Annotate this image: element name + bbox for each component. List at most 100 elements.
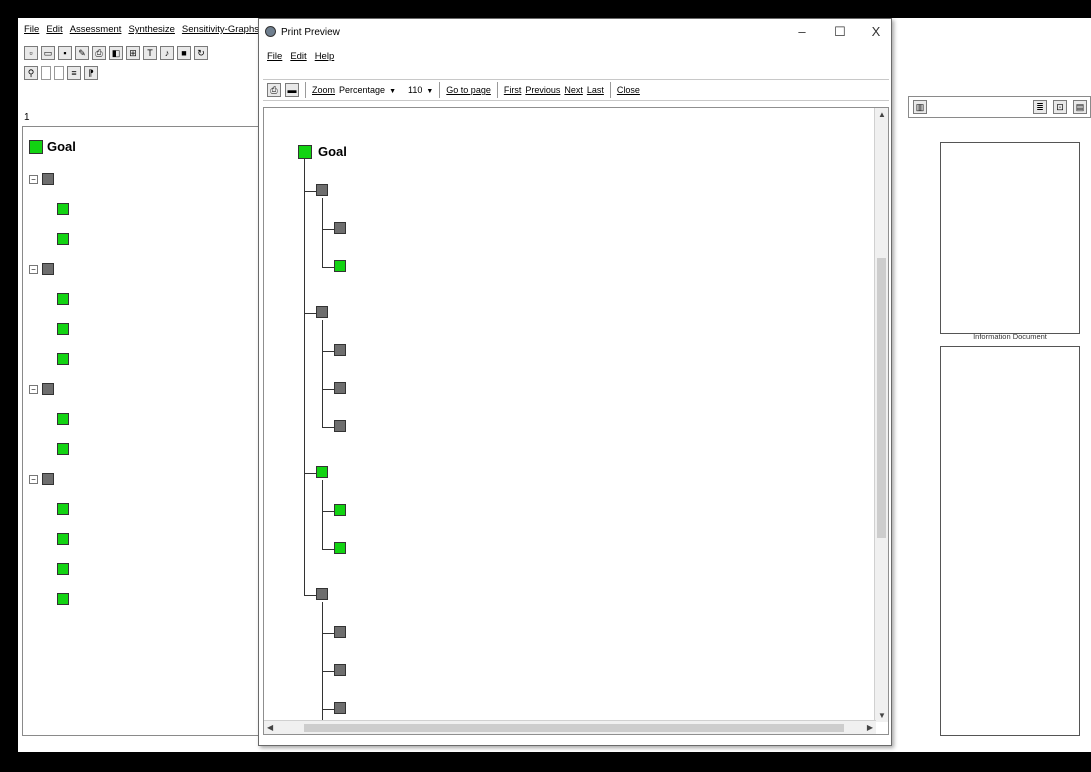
open-icon[interactable]: ▭	[41, 46, 55, 60]
zoom-mode-select[interactable]: Percentage ▼	[339, 85, 396, 95]
scroll-right-icon[interactable]: ▶	[867, 723, 873, 732]
left-subcriterion-node[interactable]	[57, 233, 73, 245]
first-page-button[interactable]: First	[504, 85, 522, 95]
left-criterion-node[interactable]: −	[29, 263, 58, 275]
scroll-left-icon[interactable]: ◀	[267, 723, 273, 732]
node-icon	[42, 383, 54, 395]
dialog-titlebar[interactable]: Print Preview – ☐ X	[259, 19, 891, 45]
dialog-menu-help[interactable]: Help	[315, 51, 335, 62]
left-goal-node[interactable]: Goal	[29, 139, 80, 154]
scroll-up-icon[interactable]: ▲	[878, 110, 886, 119]
sort-icon[interactable]: ♪	[160, 46, 174, 60]
subcriterion-node[interactable]	[334, 542, 352, 554]
print-icon[interactable]: ⎙	[267, 83, 281, 97]
criterion-node[interactable]	[316, 184, 334, 196]
redo-icon[interactable]: ↻	[194, 46, 208, 60]
expand-collapse-icon[interactable]: −	[29, 174, 38, 184]
vertical-scrollbar[interactable]: ▲ ▼	[874, 108, 888, 722]
node-icon	[316, 306, 328, 318]
subcriterion-node[interactable]	[334, 344, 352, 356]
format-icon-2[interactable]: ≣	[1033, 100, 1047, 114]
left-criterion-node[interactable]: −	[29, 173, 58, 185]
panel-toggle-icon[interactable]: ▥	[913, 100, 927, 114]
left-subcriterion-node[interactable]	[57, 563, 73, 575]
left-subcriterion-node[interactable]	[57, 203, 73, 215]
minimize-button[interactable]: –	[787, 22, 817, 42]
subcriterion-node[interactable]	[334, 664, 352, 676]
subcriterion-node[interactable]	[334, 420, 352, 432]
left-tree-pane[interactable]: Goal − − − −	[22, 126, 262, 736]
dialog-menu-file[interactable]: File	[267, 51, 282, 62]
left-criterion-node[interactable]: −	[29, 383, 58, 395]
left-subcriterion-node[interactable]	[57, 413, 73, 425]
subcriterion-node[interactable]	[334, 702, 352, 714]
text-icon[interactable]: T	[143, 46, 157, 60]
expand-collapse-icon[interactable]: −	[29, 264, 38, 274]
criterion-node[interactable]	[316, 588, 334, 600]
subcriterion-node[interactable]	[334, 382, 352, 394]
new-icon[interactable]: ▫	[24, 46, 38, 60]
last-page-button[interactable]: Last	[587, 85, 604, 95]
zoom-value-select[interactable]: 110 ▼	[408, 85, 433, 95]
node-icon	[57, 563, 69, 575]
tree-icon[interactable]: ⊞	[126, 46, 140, 60]
chart-icon[interactable]: ▤	[1073, 100, 1087, 114]
close-window-button[interactable]: X	[861, 22, 891, 42]
menu-edit[interactable]: Edit	[46, 24, 62, 42]
scroll-down-icon[interactable]: ▼	[878, 711, 886, 720]
tree-connector	[304, 595, 316, 596]
subcriterion-node[interactable]	[334, 504, 352, 516]
left-subcriterion-node[interactable]	[57, 533, 73, 545]
goal-node[interactable]: Goal	[298, 144, 353, 159]
information-document-box[interactable]	[940, 346, 1080, 736]
criterion-node[interactable]	[316, 306, 334, 318]
menu-assessment[interactable]: Assessment	[70, 24, 122, 42]
subcriterion-node[interactable]	[334, 222, 352, 234]
edit-icon[interactable]: ✎	[75, 46, 89, 60]
node-icon	[334, 222, 346, 234]
menu-synthesize[interactable]: Synthesize	[128, 24, 174, 42]
maximize-button[interactable]: ☐	[825, 22, 855, 42]
subcriterion-node[interactable]	[334, 260, 352, 272]
align-icon[interactable]: ≡	[67, 66, 81, 80]
left-criterion-node[interactable]: −	[29, 473, 58, 485]
left-subcriterion-node[interactable]	[57, 443, 73, 455]
next-page-button[interactable]: Next	[564, 85, 583, 95]
font-size-field[interactable]	[41, 66, 51, 80]
node-icon	[57, 203, 69, 215]
right-pane: ▥ ≣ ⊡ ▤ Information Document	[908, 96, 1091, 736]
screen-border-bottom	[0, 752, 1091, 772]
table-icon[interactable]: ⊡	[1053, 100, 1067, 114]
expand-collapse-icon[interactable]: −	[29, 474, 38, 484]
dialog-menu-edit[interactable]: Edit	[290, 51, 306, 62]
save-icon[interactable]: ▪	[58, 46, 72, 60]
format-icon[interactable]: ⁋	[84, 66, 98, 80]
left-subcriterion-node[interactable]	[57, 323, 73, 335]
style-field[interactable]	[54, 66, 64, 80]
tree-connector	[322, 389, 334, 390]
vertical-scroll-thumb[interactable]	[877, 258, 886, 538]
left-subcriterion-node[interactable]	[57, 503, 73, 515]
previous-page-button[interactable]: Previous	[525, 85, 560, 95]
horizontal-scrollbar[interactable]: ◀ ▶	[264, 720, 876, 734]
left-subcriterion-node[interactable]	[57, 593, 73, 605]
close-preview-button[interactable]: Close	[617, 85, 640, 95]
subcriterion-node[interactable]	[334, 626, 352, 638]
grid-icon[interactable]: ■	[177, 46, 191, 60]
horizontal-scroll-thumb[interactable]	[304, 724, 844, 732]
left-subcriterion-node[interactable]	[57, 293, 73, 305]
node-icon	[334, 504, 346, 516]
expand-collapse-icon[interactable]: −	[29, 384, 38, 394]
binoculars-icon[interactable]: ⚲	[24, 66, 38, 80]
menu-sensitivity-graphs[interactable]: Sensitivity-Graphs	[182, 24, 259, 42]
print-icon[interactable]: ⎙	[92, 46, 106, 60]
menu-file[interactable]: File	[24, 24, 39, 42]
preview-icon[interactable]: ◧	[109, 46, 123, 60]
left-subcriterion-node[interactable]	[57, 353, 73, 365]
goto-page-button[interactable]: Go to page	[446, 85, 491, 95]
tree-connector	[322, 267, 334, 268]
tree-connector	[322, 511, 334, 512]
printer-setup-icon[interactable]: ▬	[285, 83, 299, 97]
screen-border-top	[0, 0, 1091, 18]
criterion-node[interactable]	[316, 466, 334, 478]
